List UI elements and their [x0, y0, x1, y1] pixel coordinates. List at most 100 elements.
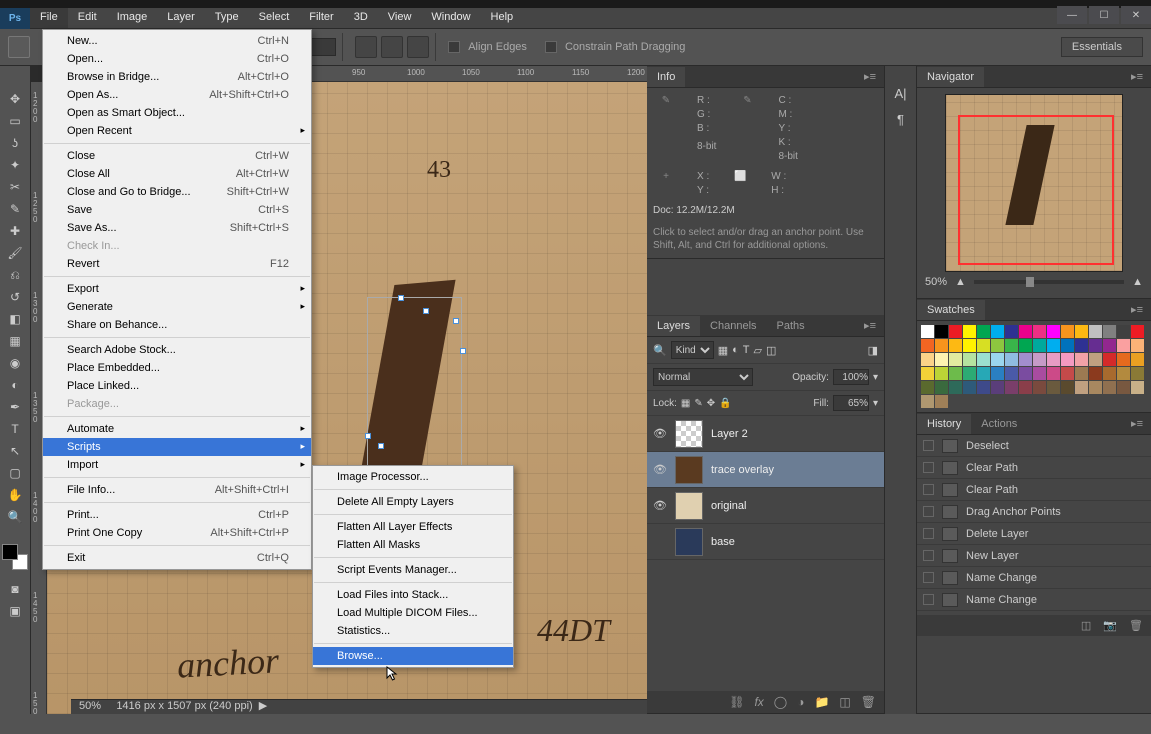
menu-item-browse[interactable]: Browse...: [313, 647, 513, 665]
layer-name[interactable]: base: [711, 536, 735, 548]
swatch[interactable]: [949, 381, 962, 394]
swatch[interactable]: [991, 367, 1004, 380]
lasso-tool[interactable]: ʖ: [3, 132, 27, 154]
delete-layer-icon[interactable]: 🗑: [861, 695, 876, 709]
menu-item-save-as[interactable]: Save As...Shift+Ctrl+S: [43, 219, 311, 237]
filter-pixel-icon[interactable]: ▦: [718, 344, 728, 357]
zoom-tool[interactable]: 🔍: [3, 506, 27, 528]
swatch[interactable]: [977, 353, 990, 366]
swatch[interactable]: [935, 339, 948, 352]
fill-dropdown-icon[interactable]: ▾: [873, 398, 878, 409]
visibility-toggle[interactable]: 👁: [653, 499, 667, 512]
lock-position-icon[interactable]: ✥: [707, 398, 715, 409]
color-swatches[interactable]: [2, 544, 28, 570]
swatch[interactable]: [935, 367, 948, 380]
swatch[interactable]: [1131, 339, 1144, 352]
swatch[interactable]: [1089, 325, 1102, 338]
menu-item-statistics[interactable]: Statistics...: [313, 622, 513, 640]
swatch[interactable]: [1089, 339, 1102, 352]
menu-item-load-files-into-stack[interactable]: Load Files into Stack...: [313, 586, 513, 604]
swatch[interactable]: [949, 339, 962, 352]
anchor-point[interactable]: [423, 308, 429, 314]
stamp-tool[interactable]: ⎌: [3, 264, 27, 286]
filter-adjust-icon[interactable]: ◐: [732, 344, 739, 356]
history-state[interactable]: Name Change: [917, 589, 1151, 611]
layer-name[interactable]: original: [711, 500, 746, 512]
layer-thumb[interactable]: [675, 420, 703, 448]
swatch[interactable]: [1019, 325, 1032, 338]
adjustment-icon[interactable]: ◑: [797, 695, 804, 709]
swatch[interactable]: [963, 339, 976, 352]
menu-item-open-as-smart-object[interactable]: Open as Smart Object...: [43, 104, 311, 122]
swatch[interactable]: [1005, 353, 1018, 366]
history-checkbox[interactable]: [923, 594, 934, 605]
navigator-preview[interactable]: [945, 94, 1123, 272]
lock-all-icon[interactable]: 🔒: [719, 398, 731, 409]
menu-item-open-as[interactable]: Open As...Alt+Shift+Ctrl+O: [43, 86, 311, 104]
visibility-toggle[interactable]: 👁: [653, 463, 667, 476]
swatch[interactable]: [991, 339, 1004, 352]
layer-row[interactable]: 👁 original: [647, 488, 884, 524]
menu-item-exit[interactable]: ExitCtrl+Q: [43, 549, 311, 567]
anchor-point[interactable]: [365, 433, 371, 439]
history-checkbox[interactable]: [923, 484, 934, 495]
create-doc-icon[interactable]: ◫: [1081, 619, 1091, 632]
align-edges-checkbox[interactable]: [448, 41, 460, 53]
swatch[interactable]: [991, 325, 1004, 338]
group-icon[interactable]: 📁: [814, 695, 829, 709]
constrain-checkbox[interactable]: [545, 41, 557, 53]
layer-thumb[interactable]: [675, 492, 703, 520]
workspace-selector[interactable]: Essentials: [1061, 37, 1143, 57]
layer-row[interactable]: 👁Layer 2: [647, 416, 884, 452]
crop-tool[interactable]: ✂: [3, 176, 27, 198]
swatch[interactable]: [1033, 339, 1046, 352]
tab-layers[interactable]: Layers: [647, 316, 700, 336]
menu-view[interactable]: View: [378, 8, 422, 28]
swatch[interactable]: [1005, 325, 1018, 338]
swatch[interactable]: [1089, 353, 1102, 366]
anchor-point[interactable]: [453, 318, 459, 324]
history-checkbox[interactable]: [923, 462, 934, 473]
swatch[interactable]: [1103, 325, 1116, 338]
swatch[interactable]: [1089, 381, 1102, 394]
swatch[interactable]: [977, 339, 990, 352]
filter-type-icon[interactable]: T: [743, 344, 750, 356]
swatch[interactable]: [963, 381, 976, 394]
menu-item-script-events-manager[interactable]: Script Events Manager...: [313, 561, 513, 579]
zoom-in-icon[interactable]: ▲: [1132, 276, 1143, 288]
shape-tool[interactable]: ▢: [3, 462, 27, 484]
menu-layer[interactable]: Layer: [157, 8, 205, 28]
swatch[interactable]: [949, 367, 962, 380]
swatch[interactable]: [1075, 325, 1088, 338]
brush-tool[interactable]: 🖌: [3, 242, 27, 264]
swatch[interactable]: [1075, 339, 1088, 352]
new-layer-icon[interactable]: ◫: [839, 695, 850, 709]
swatch[interactable]: [1033, 381, 1046, 394]
filter-smart-icon[interactable]: ◫: [766, 344, 776, 357]
fill-field[interactable]: [833, 395, 869, 411]
navigator-viewport[interactable]: [958, 115, 1114, 265]
history-state[interactable]: Drag Anchor Points: [917, 501, 1151, 523]
menu-type[interactable]: Type: [205, 8, 249, 28]
close-button[interactable]: ✕: [1121, 6, 1151, 24]
blur-tool[interactable]: ◉: [3, 352, 27, 374]
menu-item-generate[interactable]: Generate: [43, 298, 311, 316]
swatch[interactable]: [1131, 325, 1144, 338]
history-brush-tool[interactable]: ↺: [3, 286, 27, 308]
swatch[interactable]: [1103, 367, 1116, 380]
history-state[interactable]: Clear Path: [917, 457, 1151, 479]
eyedropper-tool[interactable]: ✎: [3, 198, 27, 220]
delete-state-icon[interactable]: 🗑: [1129, 619, 1143, 632]
menu-item-print[interactable]: Print...Ctrl+P: [43, 506, 311, 524]
tab-actions[interactable]: Actions: [971, 414, 1027, 434]
panel-menu-icon[interactable]: ▸≡: [856, 315, 884, 336]
opacity-dropdown-icon[interactable]: ▾: [873, 372, 878, 383]
swatches-tab[interactable]: Swatches: [917, 300, 985, 320]
swatch[interactable]: [935, 353, 948, 366]
swatch[interactable]: [1075, 381, 1088, 394]
menu-item-place-linked[interactable]: Place Linked...: [43, 377, 311, 395]
swatch[interactable]: [1075, 367, 1088, 380]
swatch[interactable]: [1005, 381, 1018, 394]
swatch[interactable]: [1047, 325, 1060, 338]
menu-3d[interactable]: 3D: [344, 8, 378, 28]
